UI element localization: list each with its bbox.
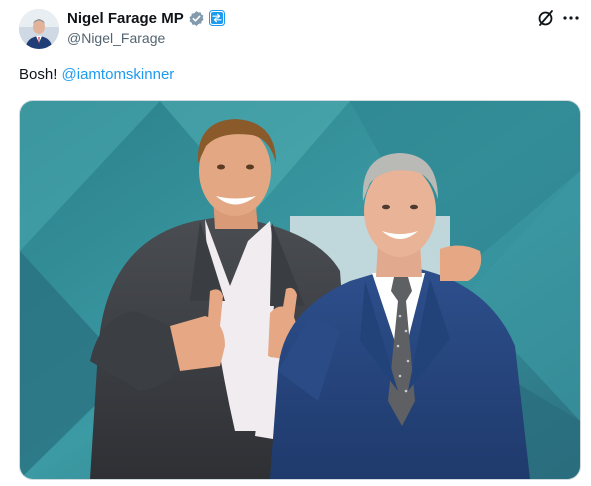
author-name[interactable]: Nigel Farage MP	[67, 10, 184, 27]
verified-badge-icon	[188, 10, 205, 27]
tweet: Nigel Farage MP @Nigel_Farage Bosh! @iam…	[0, 0, 591, 486]
tweet-header: Nigel Farage MP @Nigel_Farage	[67, 8, 225, 46]
author-handle[interactable]: @Nigel_Farage	[67, 30, 225, 46]
tweet-text: Bosh! @iamtomskinner	[19, 66, 174, 83]
grok-icon[interactable]	[536, 8, 556, 28]
author-row: Nigel Farage MP	[67, 8, 225, 28]
tweet-text-body: Bosh!	[19, 66, 62, 83]
photo-image	[20, 101, 580, 479]
tweet-photo[interactable]	[19, 100, 581, 480]
mention-link[interactable]: @iamtomskinner	[62, 66, 175, 83]
avatar-image	[19, 9, 59, 49]
affiliation-badge-icon[interactable]	[208, 10, 225, 26]
avatar[interactable]	[19, 9, 59, 49]
more-icon[interactable]	[561, 8, 581, 28]
